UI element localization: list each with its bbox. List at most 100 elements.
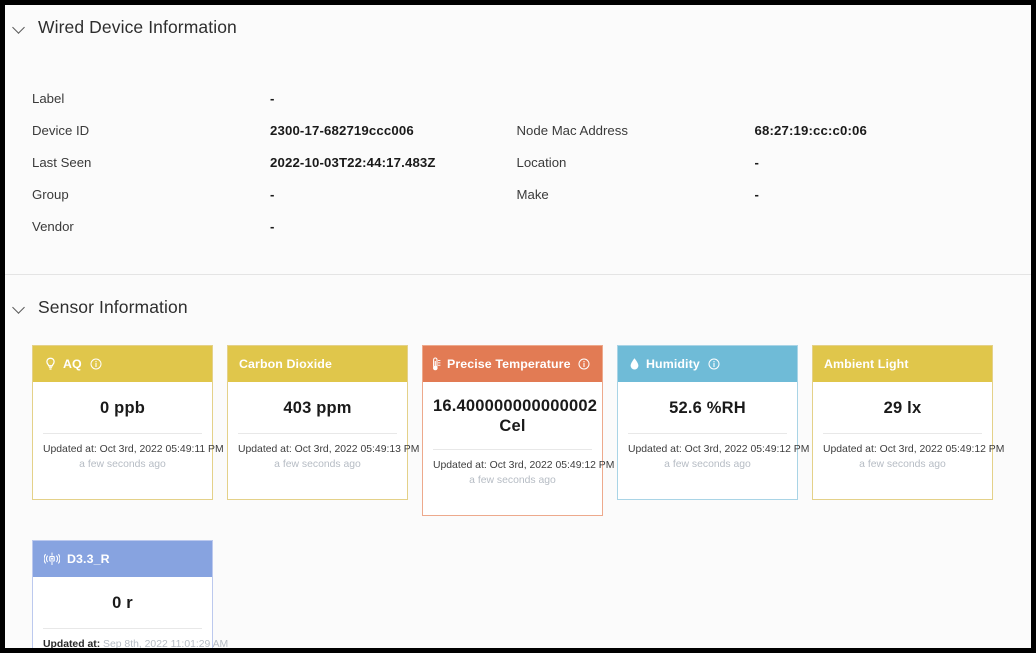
- updated-at: Updated at: Oct 3rd, 2022 05:49:12 PM: [628, 442, 809, 457]
- sensor-card-header: Carbon Dioxide: [228, 346, 407, 382]
- field-key: Vendor: [32, 218, 74, 234]
- updated-at-label: Updated at:: [823, 444, 880, 455]
- updated-at-label: Updated at:: [628, 444, 685, 455]
- info-field-group: Group -: [32, 187, 517, 202]
- field-key: Location: [516, 154, 567, 170]
- updated-at-label: Updated at:: [43, 639, 104, 650]
- sensor-value: 52.6 %RH: [669, 399, 746, 417]
- sensor-card-body: 29 lx Updated at: Oct 3rd, 2022 05:49:12…: [813, 382, 1004, 499]
- updated-at-date: Oct 3rd, 2022 05:49:12 PM: [489, 460, 615, 471]
- info-field-last-seen: Last Seen 2022-10-03T22:44:17.483Z: [32, 155, 517, 170]
- thermometer-icon: [431, 357, 442, 371]
- sensor-value: 29 lx: [883, 399, 922, 417]
- updated-at-date: Oct 3rd, 2022 05:49:11 PM: [99, 444, 224, 455]
- updated-at-date: Oct 3rd, 2022 05:49:12 PM: [879, 444, 1005, 455]
- sensor-card-title: Carbon Dioxide: [239, 357, 332, 371]
- relative-time: a few seconds ago: [469, 475, 556, 486]
- sensor-card-title: Humidity: [646, 357, 700, 371]
- sensor-card-meta: Updated at: Sep 8th, 2022 11:01:29 AM 25…: [43, 629, 228, 650]
- sensor-card-body: 16.400000000000002 Cel Updated at: Oct 3…: [423, 382, 614, 515]
- sensor-card-body: 0 ppb Updated at: Oct 3rd, 2022 05:49:11…: [33, 382, 224, 499]
- updated-at-date: Oct 3rd, 2022 05:49:12 PM: [684, 444, 810, 455]
- sensor-card-body: 0 r Updated at: Sep 8th, 2022 11:01:29 A…: [33, 577, 228, 650]
- info-field-node-mac-address: Node Mac Address 68:27:19:cc:c0:06: [517, 123, 1002, 138]
- sensor-card-meta: Updated at: Oct 3rd, 2022 05:49:12 PM a …: [823, 434, 1004, 481]
- lightbulb-icon: [44, 357, 57, 371]
- section-title: Wired Device Information: [38, 17, 237, 37]
- water-drop-icon: [629, 357, 640, 371]
- wired-device-information-section: Wired Device Information Label - Device …: [5, 5, 1031, 275]
- sensor-card-header: Humidity: [618, 346, 797, 382]
- sensor-information-section: Sensor Information AQ 0 ppb Updated at: …: [5, 275, 1031, 650]
- sensor-value: 403 ppm: [283, 399, 352, 417]
- updated-at: Updated at: Oct 3rd, 2022 05:49:12 PM: [823, 442, 1004, 457]
- device-info-grid: Label - Device ID 2300-17-682719ccc006 N…: [5, 82, 1031, 242]
- field-key: Last Seen: [32, 154, 92, 170]
- field-value: -: [270, 90, 275, 106]
- updated-at: Updated at: Oct 3rd, 2022 05:49:12 PM: [433, 458, 614, 473]
- section-title: Sensor Information: [38, 297, 188, 317]
- updated-at-label: Updated at:: [43, 444, 100, 455]
- sensor-card-title: D3.3_R: [67, 552, 110, 566]
- card-spacer: [628, 481, 787, 499]
- sensor-card-aq[interactable]: AQ 0 ppb Updated at: Oct 3rd, 2022 05:49…: [32, 345, 224, 500]
- info-row: Last Seen 2022-10-03T22:44:17.483Z Locat…: [32, 146, 1001, 178]
- sensor-card-carbon-dioxide[interactable]: Carbon Dioxide 403 ppm Updated at: Oct 3…: [227, 345, 419, 500]
- sensor-information-header[interactable]: Sensor Information: [5, 297, 1031, 318]
- vibration-sensor-icon: [44, 552, 60, 566]
- info-circle-icon[interactable]: [90, 358, 102, 370]
- field-value: 2300-17-682719ccc006: [270, 122, 414, 138]
- info-field-vendor: Vendor -: [32, 219, 517, 234]
- sensor-card-header: Ambient Light: [813, 346, 992, 382]
- sensor-card-body: 52.6 %RH Updated at: Oct 3rd, 2022 05:49…: [618, 382, 809, 499]
- updated-at-label: Updated at:: [433, 460, 490, 471]
- info-circle-icon[interactable]: [578, 358, 590, 370]
- info-field-make: Make -: [517, 187, 1002, 202]
- info-field-label: Label -: [32, 91, 517, 106]
- sensor-value: 0 r: [112, 594, 133, 612]
- info-row: Label -: [32, 82, 1001, 114]
- updated-at-date: Sep 8th, 2022 11:01:29 AM: [103, 639, 229, 650]
- device-detail-panel: Wired Device Information Label - Device …: [0, 0, 1036, 653]
- field-value: -: [270, 186, 275, 202]
- sensor-card-title: Ambient Light: [824, 357, 909, 371]
- card-spacer: [43, 481, 202, 499]
- field-key: Label: [32, 90, 65, 106]
- sensor-card-meta: Updated at: Oct 3rd, 2022 05:49:12 PM a …: [433, 450, 614, 497]
- field-value: 68:27:19:cc:c0:06: [754, 122, 868, 138]
- sensor-card-precise-temperature[interactable]: Precise Temperature 16.400000000000002 C…: [422, 345, 614, 516]
- info-field-location: Location -: [517, 155, 1002, 170]
- updated-at: Updated at: Sep 8th, 2022 11:01:29 AM: [43, 637, 228, 650]
- card-spacer: [823, 481, 982, 499]
- sensor-card-ambient-light[interactable]: Ambient Light 29 lx Updated at: Oct 3rd,…: [812, 345, 1004, 500]
- updated-at-label: Updated at:: [238, 444, 295, 455]
- field-value: -: [754, 186, 760, 202]
- sensor-card-header: AQ: [33, 346, 212, 382]
- relative-time: a few seconds ago: [274, 459, 361, 470]
- chevron-down-icon[interactable]: [13, 301, 26, 314]
- info-circle-icon[interactable]: [708, 358, 720, 370]
- wired-device-information-header[interactable]: Wired Device Information: [5, 17, 1031, 38]
- sensor-card-meta: Updated at: Oct 3rd, 2022 05:49:11 PM a …: [43, 434, 224, 481]
- updated-at-date: Oct 3rd, 2022 05:49:13 PM: [294, 444, 420, 455]
- sensor-card-title: AQ: [63, 357, 82, 371]
- info-row: Vendor -: [32, 210, 1001, 242]
- sensor-card-d3-3-r[interactable]: D3.3_R 0 r Updated at: Sep 8th, 2022 11:…: [32, 540, 228, 650]
- card-spacer: [433, 497, 592, 515]
- field-key: Group: [32, 186, 69, 202]
- field-key: Node Mac Address: [516, 122, 628, 138]
- sensor-card-header: D3.3_R: [33, 541, 212, 577]
- relative-time: a few seconds ago: [664, 459, 751, 470]
- sensor-value: 0 ppb: [100, 399, 145, 417]
- relative-time: a few seconds ago: [859, 459, 946, 470]
- field-value: -: [754, 154, 760, 170]
- sensor-card-grid: AQ 0 ppb Updated at: Oct 3rd, 2022 05:49…: [5, 345, 1031, 650]
- chevron-down-icon[interactable]: [13, 21, 26, 34]
- field-value: -: [270, 218, 275, 234]
- sensor-card-humidity[interactable]: Humidity 52.6 %RH Updated at: Oct 3rd, 2…: [617, 345, 809, 500]
- info-row: Group - Make -: [32, 178, 1001, 210]
- info-field-device-id: Device ID 2300-17-682719ccc006: [32, 123, 517, 138]
- card-spacer: [238, 481, 397, 499]
- sensor-value: 16.400000000000002 Cel: [433, 397, 598, 435]
- sensor-card-title: Precise Temperature: [447, 357, 571, 371]
